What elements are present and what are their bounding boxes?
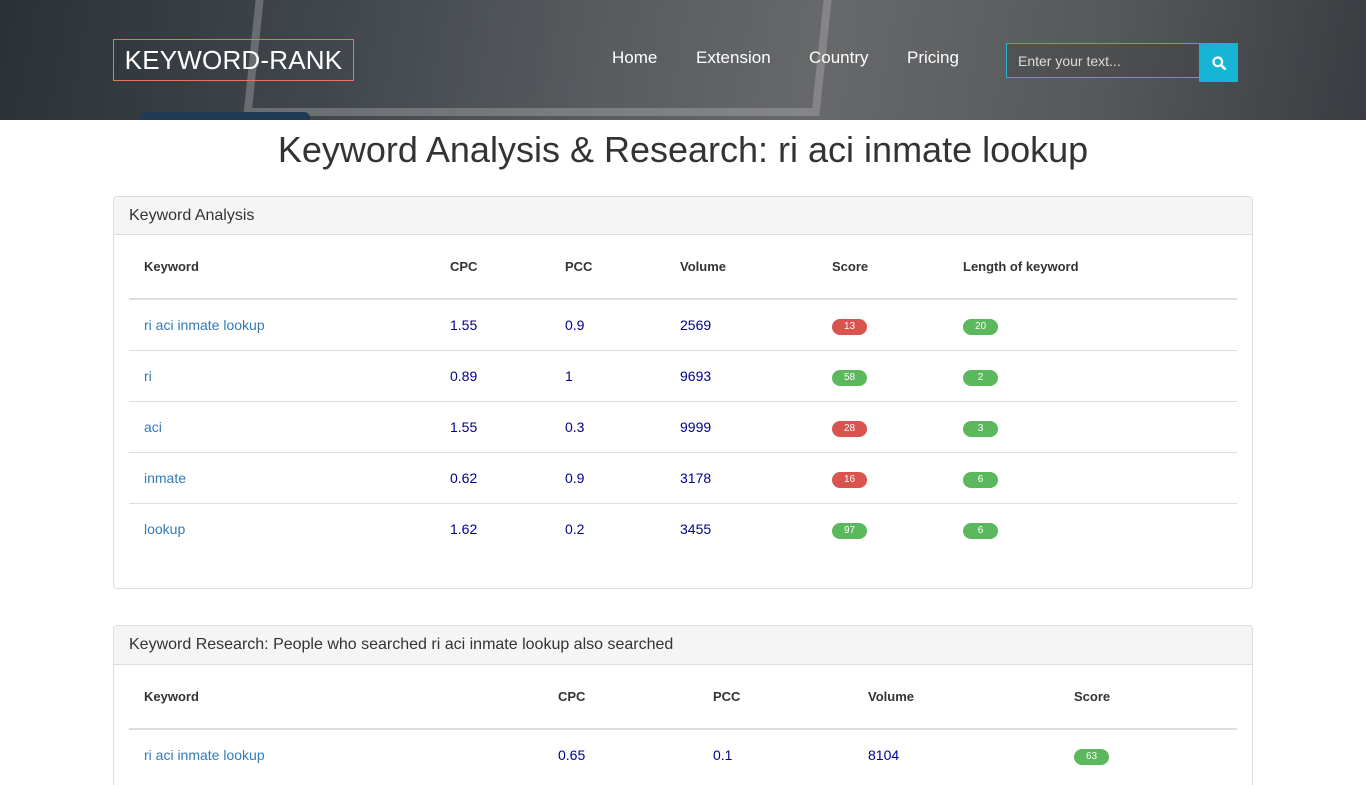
length-badge: 20	[963, 318, 998, 335]
search-button[interactable]	[1199, 43, 1238, 82]
search-icon	[1211, 55, 1226, 70]
search-input[interactable]	[1006, 43, 1199, 78]
pcc-cell: 0.1	[713, 747, 733, 763]
keyword-analysis-panel: Keyword Analysis Keyword CPC PCC Volume …	[113, 196, 1253, 589]
column-header-score: Score	[817, 235, 948, 300]
score-cell: 58	[817, 350, 948, 402]
length-badge: 2	[963, 369, 998, 386]
keyword-cell: ri aci inmate lookup	[129, 299, 435, 351]
table-row: ri 0.89 1 9693 58 2	[129, 350, 1237, 402]
length-badge: 3	[963, 420, 998, 437]
length-cell: 20	[948, 299, 1237, 351]
keyword-research-panel: Keyword Research: People who searched ri…	[113, 625, 1253, 785]
keyword-link[interactable]: ri	[144, 368, 152, 384]
length-cell: 2	[948, 350, 1237, 402]
column-header-pcc: PCC	[550, 235, 665, 300]
column-header-keyword: Keyword	[129, 235, 435, 300]
keyword-link[interactable]: aci	[144, 419, 162, 435]
score-cell: 28	[817, 401, 948, 453]
keyword-link[interactable]: inmate	[144, 470, 186, 486]
column-header-score: Score	[1059, 665, 1237, 730]
header-background-object	[140, 112, 310, 120]
table-row: aci 1.55 0.3 9999 28 3	[129, 401, 1237, 453]
length-badge: 6	[963, 471, 998, 488]
volume-cell: 3455	[680, 521, 712, 537]
column-header-cpc: CPC	[543, 665, 698, 730]
keyword-cell: lookup	[129, 504, 435, 555]
column-header-cpc: CPC	[435, 235, 550, 300]
column-header-pcc: PCC	[698, 665, 853, 730]
cpc-cell: 0.62	[435, 452, 550, 504]
column-header-volume: Volume	[853, 665, 1059, 730]
column-header-length: Length of keyword	[948, 235, 1237, 300]
keyword-cell: inmate	[129, 452, 435, 504]
pcc-cell: 0.9	[550, 299, 665, 351]
nav-home[interactable]: Home	[612, 48, 657, 68]
volume-cell: 9693	[665, 350, 817, 402]
keyword-link[interactable]: ri aci inmate lookup	[144, 747, 265, 763]
table-row: lookup 1.62 0.2 3455 97 6	[129, 504, 1237, 555]
length-badge: 6	[963, 522, 998, 539]
site-header: KEYWORD-RANK Home Extension Country Pric…	[0, 0, 1366, 120]
score-cell: 97	[817, 504, 948, 555]
length-cell: 3	[948, 401, 1237, 453]
cpc-cell: 0.89	[435, 350, 550, 402]
keyword-cell: aci	[129, 401, 435, 453]
keyword-cell: ri aci inmate lookup	[129, 729, 543, 780]
table-header-row: Keyword CPC PCC Volume Score	[129, 665, 1237, 730]
volume-cell: 2569	[665, 299, 817, 351]
keyword-research-table: Keyword CPC PCC Volume Score ri aci inma…	[129, 665, 1237, 780]
keyword-link[interactable]: lookup	[144, 521, 185, 537]
pcc-cell: 0.3	[550, 401, 665, 453]
keyword-cell: ri	[129, 350, 435, 402]
cpc-cell: 1.62	[450, 521, 478, 537]
cpc-cell: 1.55	[435, 299, 550, 351]
score-cell: 16	[817, 452, 948, 504]
score-badge: 63	[1074, 748, 1109, 765]
nav-pricing[interactable]: Pricing	[907, 48, 959, 68]
column-header-volume: Volume	[665, 235, 817, 300]
length-cell: 6	[948, 452, 1237, 504]
score-badge: 28	[832, 420, 867, 437]
cpc-cell: 0.65	[558, 747, 586, 763]
volume-cell: 9999	[665, 401, 817, 453]
volume-cell: 3178	[665, 452, 817, 504]
table-row: ri aci inmate lookup 1.55 0.9 2569 13 20	[129, 299, 1237, 351]
score-cell: 13	[817, 299, 948, 351]
score-badge: 58	[832, 369, 867, 386]
nav-country[interactable]: Country	[809, 48, 869, 68]
score-badge: 97	[832, 522, 867, 539]
length-cell: 6	[948, 504, 1237, 555]
table-row: inmate 0.62 0.9 3178 16 6	[129, 452, 1237, 504]
pcc-cell: 0.9	[550, 452, 665, 504]
pcc-cell: 0.2	[565, 521, 585, 537]
pcc-cell: 1	[550, 350, 665, 402]
volume-cell: 8104	[868, 747, 900, 763]
brand-logo-link[interactable]: KEYWORD-RANK	[113, 39, 354, 81]
score-cell: 63	[1059, 729, 1237, 780]
keyword-analysis-heading: Keyword Analysis	[114, 197, 1252, 235]
table-header-row: Keyword CPC PCC Volume Score Length of k…	[129, 235, 1237, 300]
score-badge: 13	[832, 318, 867, 335]
table-row: ri aci inmate lookup 0.65 0.1 8104 63	[129, 729, 1237, 780]
cpc-cell: 1.55	[435, 401, 550, 453]
nav-extension[interactable]: Extension	[696, 48, 771, 68]
keyword-link[interactable]: ri aci inmate lookup	[144, 317, 265, 333]
keyword-research-heading: Keyword Research: People who searched ri…	[114, 626, 1252, 665]
column-header-keyword: Keyword	[129, 665, 543, 730]
page-title: Keyword Analysis & Research: ri aci inma…	[277, 129, 1089, 170]
keyword-analysis-table: Keyword CPC PCC Volume Score Length of k…	[129, 235, 1237, 554]
score-badge: 16	[832, 471, 867, 488]
